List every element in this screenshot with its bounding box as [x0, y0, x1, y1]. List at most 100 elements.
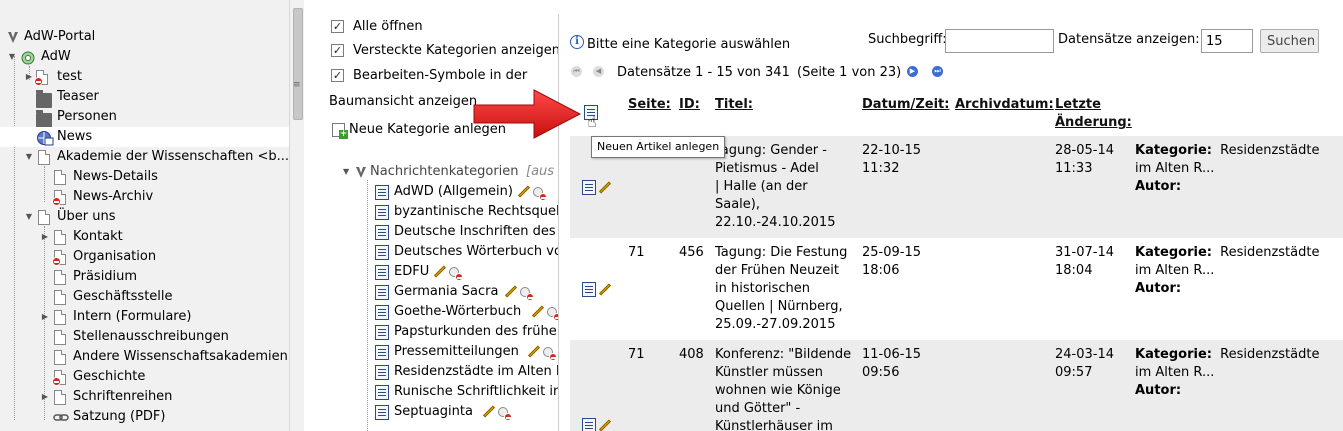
column-header-id[interactable]: ID: [679, 96, 700, 114]
expand-icon[interactable]: ▶ [40, 387, 50, 407]
tree-item-news-details[interactable]: News-Details [0, 167, 289, 187]
title-line: und Götter" - [715, 401, 801, 416]
expand-icon[interactable]: ▶ [40, 307, 50, 327]
edit-pencil-icon[interactable] [433, 265, 447, 278]
tree-guide [367, 180, 368, 431]
edit-actions[interactable] [502, 282, 534, 302]
cell-title[interactable]: Tagung: Gender - Pietismus - Adel | Hall… [715, 142, 835, 232]
edit-pencil-icon[interactable] [531, 305, 545, 318]
tree-item-schriftenreihen[interactable]: ▶ Schriftenreihen [0, 387, 289, 407]
page-hidden-icon [34, 70, 48, 86]
search-button[interactable]: Suchen [1260, 29, 1319, 53]
cell-id: 408 [679, 347, 704, 362]
tree-item-ueber-uns[interactable]: ▼ Über uns [0, 207, 289, 227]
checkbox-open-all[interactable]: ✓ [331, 20, 344, 33]
tree-label: News-Archiv [73, 189, 154, 204]
panel-divider [558, 14, 559, 431]
collapse-icon[interactable]: ▼ [24, 147, 34, 167]
tree-item-kontakt[interactable]: ▶ Kontakt [0, 227, 289, 247]
tree-item-test[interactable]: ▶ test [0, 67, 289, 87]
cell-title[interactable]: Konferenz: "Bildende Künstler müssen woh… [715, 346, 851, 431]
option-label: Alle öffnen [353, 19, 423, 34]
edit-pencil-icon[interactable] [598, 181, 612, 194]
tree-item-news[interactable]: News [0, 127, 289, 147]
edit-actions[interactable] [529, 302, 558, 322]
column-header-title[interactable]: Titel: [715, 96, 753, 114]
tree-item-satzung[interactable]: Satzung (PDF) [0, 407, 289, 427]
edit-actions[interactable] [525, 342, 557, 362]
tree-item-organisation[interactable]: Organisation [0, 247, 289, 267]
tree-item-teaser[interactable]: Teaser [0, 87, 289, 108]
column-header-archive[interactable]: Archivdatum: [955, 96, 1054, 114]
cell-meta: Kategorie: Residenzstädte im Alten R... … [1135, 346, 1340, 400]
edit-pencil-icon[interactable] [482, 405, 496, 418]
page-hidden-icon [52, 190, 66, 206]
tree-item-stellenausschreibungen[interactable]: Stellenausschreibungen [0, 327, 289, 347]
table-row[interactable]: 71 456 Tagung: Die Festung der Frühen Ne… [570, 238, 1343, 340]
collapse-icon[interactable]: ▼ [24, 207, 34, 227]
tree-item-personen[interactable]: Personen [0, 107, 289, 128]
article-preview-icon[interactable] [582, 418, 596, 431]
table-header: ☝ Seite: ID: Titel: Datum/Zeit: Archivda… [570, 88, 1343, 136]
hide-category-icon[interactable] [533, 186, 547, 201]
edit-actions[interactable] [480, 402, 512, 422]
hide-category-icon[interactable] [498, 406, 512, 421]
column-header-changed[interactable]: Änderung: [1055, 114, 1132, 132]
next-page-icon[interactable]: ▶ [907, 66, 918, 77]
edit-pencil-icon[interactable] [527, 345, 541, 358]
tree-item-praesidium[interactable]: Präsidium [0, 267, 289, 287]
tree-label: Andere Wissenschaftsakademien [73, 349, 288, 364]
page-icon [38, 150, 50, 165]
tree-item-intern[interactable]: ▶ Intern (Formulare) [0, 307, 289, 327]
hide-category-icon[interactable] [520, 286, 534, 301]
search-input[interactable] [945, 29, 1054, 53]
tree-label: Organisation [73, 249, 157, 264]
edit-pencil-icon[interactable] [598, 419, 612, 431]
tree-item-geschichte[interactable]: Geschichte [0, 367, 289, 387]
column-header-changed[interactable]: Letzte [1055, 96, 1101, 114]
option-label: Baumansicht anzeigen [329, 94, 478, 109]
page-info: (Seite 1 von 23) [797, 65, 902, 80]
cell-title[interactable]: Tagung: Die Festung der Frühen Neuzeit i… [715, 244, 847, 334]
category-label: Septuaginta [394, 404, 473, 419]
title-line: Konferenz: "Bildende [715, 347, 852, 362]
edit-pencil-icon[interactable] [598, 283, 612, 296]
category-label: byzantinische Rechtsquelle [394, 204, 558, 219]
hide-category-icon[interactable] [543, 346, 557, 361]
title-line: Pietismus - Adel [715, 161, 819, 176]
edit-pencil-icon[interactable] [517, 185, 531, 198]
article-preview-icon[interactable] [582, 180, 596, 195]
prev-page-icon[interactable]: ◀ [593, 66, 604, 77]
tree-item-news-archiv[interactable]: News-Archiv [0, 187, 289, 207]
collapse-icon[interactable]: ▼ [343, 162, 349, 182]
column-header-page[interactable]: Seite: [628, 96, 671, 114]
expand-icon[interactable]: ▶ [40, 227, 50, 247]
row-actions [582, 418, 614, 431]
edit-actions[interactable] [431, 262, 463, 282]
hide-category-icon[interactable] [547, 306, 558, 321]
hide-category-icon[interactable] [449, 266, 463, 281]
last-page-icon[interactable]: ⏭ [932, 66, 943, 77]
per-page-input[interactable] [1201, 29, 1253, 53]
tree-item-geschaeftsstelle[interactable]: Geschäftsstelle [0, 287, 289, 307]
meta-category: Residenzstädte [1220, 143, 1320, 158]
tree-item-adw-portal[interactable]: AdW-Portal [0, 27, 289, 47]
column-header-datetime[interactable]: Datum/Zeit: [862, 96, 949, 114]
tree-item-adw[interactable]: ▼ AdW [0, 47, 289, 67]
collapse-icon[interactable]: ▼ [7, 47, 17, 67]
tree-item-akademie[interactable]: ▼ Akademie der Wissenschaften <b... [0, 147, 289, 167]
edit-actions[interactable] [515, 182, 547, 202]
expand-icon[interactable]: ▶ [24, 67, 34, 87]
splitter-handle[interactable] [293, 8, 303, 120]
tree-item-andere-akademien[interactable]: Andere Wissenschaftsakademien [0, 347, 289, 367]
panel-splitter[interactable]: ≡ [289, 0, 304, 431]
checkbox-show-hidden[interactable]: ✓ [331, 44, 344, 57]
checkbox-edit-symbols[interactable]: ✓ [331, 69, 344, 82]
edit-pencil-icon[interactable] [504, 285, 518, 298]
article-preview-icon[interactable] [582, 282, 596, 297]
category-label: Residenzstädte im Alten R [394, 364, 558, 379]
page-tree: AdW-Portal ▼ AdW ▶ test Teaser Personen … [0, 0, 289, 431]
first-page-icon[interactable]: ⏮ [571, 66, 582, 77]
option-label: Bearbeiten-Symbole in der [353, 68, 528, 83]
table-row[interactable]: 71 408 Konferenz: "Bildende Künstler müs… [570, 340, 1343, 431]
